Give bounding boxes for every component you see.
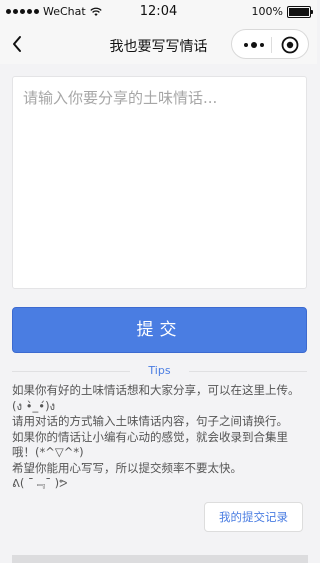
tips-line: 如果你有好的土味情话想和大家分享，可以在这里上传。(ง •̀_•́)ง (12, 383, 300, 413)
tips-line: ᕕ( ¯̄﹃¯̄ )ᕗ (12, 476, 68, 490)
my-submissions-button[interactable]: 我的提交记录 (204, 502, 303, 532)
bottom-edge (12, 555, 308, 563)
tips-text: 如果你有好的土味情话想和大家分享，可以在这里上传。(ง •̀_•́)ง 请用对话… (12, 383, 308, 492)
status-bar: WeChat 12:04 100% (0, 0, 317, 24)
tips-line: 希望你能用心写写，所以提交频率不要太快。 (12, 460, 242, 475)
more-dot (251, 42, 257, 48)
menu-capsule (231, 29, 309, 59)
close-button[interactable] (280, 35, 300, 55)
target-close-icon (281, 36, 299, 54)
tips-line: 如果你的情话让小编有心动的感觉，就会收录到合集里哦！(*^▽^*) (12, 429, 288, 460)
status-right: 100% (251, 5, 313, 18)
more-dot (260, 43, 264, 47)
content-input[interactable] (13, 77, 306, 288)
more-dot (244, 43, 248, 47)
navigation-bar: 我也要写写情话 (0, 24, 317, 64)
battery-icon (287, 5, 313, 18)
more-button[interactable] (240, 37, 268, 53)
battery-percent: 100% (251, 5, 283, 18)
tips-divider: Tips (12, 364, 307, 378)
submit-button[interactable]: 提交 (12, 307, 307, 353)
capsule-divider (271, 37, 272, 53)
content-input-box (12, 76, 307, 289)
tips-line-right (189, 371, 307, 372)
tips-line: 请用对话的方式输入土味情话内容，句子之间请换行。 (12, 414, 288, 428)
